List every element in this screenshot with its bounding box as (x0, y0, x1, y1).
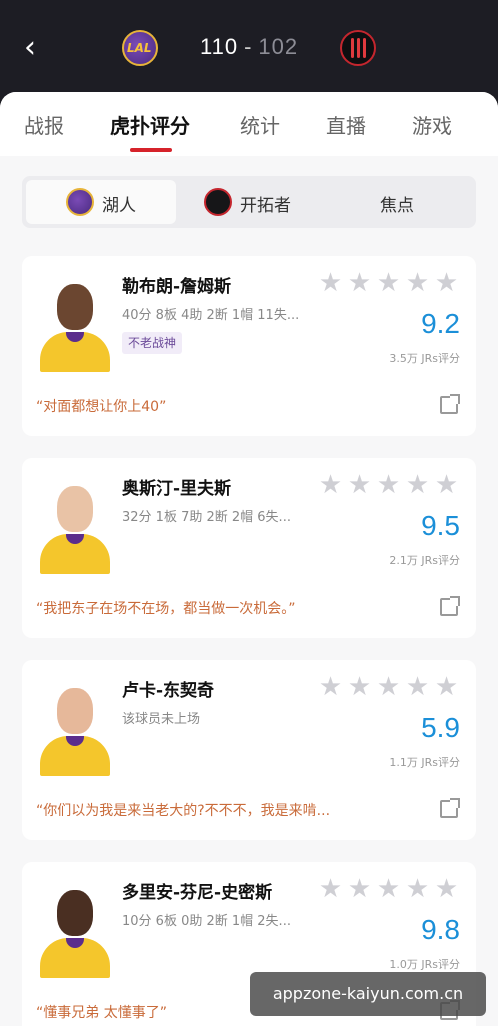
home-score: 110 (200, 34, 239, 59)
subtab-lakers-label: 湖人 (102, 196, 136, 216)
star-icon: ★ (318, 268, 343, 298)
star-icon: ★ (434, 268, 459, 298)
scoreboard-header: ‹ LAL 110-102 (0, 0, 498, 100)
share-icon[interactable] (440, 798, 460, 818)
star-icon: ★ (347, 672, 372, 702)
player-name: 卢卡-东契奇 (122, 681, 215, 701)
player-avatar (38, 682, 112, 776)
tab-report[interactable]: 战报 (24, 110, 64, 139)
player-card[interactable]: 勒布朗-詹姆斯 40分 8板 4助 2断 1帽 11失... 不老战神 ★ ★ ★ ★… (22, 256, 476, 436)
player-stats: 40分 8板 4助 2断 1帽 11失... (122, 308, 300, 323)
lakers-logo-icon: LAL (122, 30, 158, 66)
player-quote: “懂事兄弟 太懂事了” (36, 1005, 167, 1021)
main-panel: 战报 虎扑评分 统计 直播 游戏 湖人 开拓者 焦点 勒布朗-詹姆斯 40分 8… (0, 92, 498, 1026)
away-score: 102 (258, 34, 299, 59)
player-name: 勒布朗-詹姆斯 (122, 277, 232, 297)
share-icon[interactable] (440, 394, 460, 414)
rating-votes: 3.5万 JRs评分 (389, 352, 460, 365)
player-quote: “你们以为我是来当老大的?不不不，我是来啃... (36, 803, 331, 819)
subtab-blazers[interactable]: 开拓者 (180, 180, 326, 224)
star-icon: ★ (376, 470, 401, 500)
star-icon: ★ (434, 874, 459, 904)
player-quote: “对面都想让你上40” (36, 399, 167, 415)
player-stats: 该球员未上场 (122, 712, 201, 727)
score-separator: - (244, 34, 253, 59)
player-tag: 不老战神 (122, 332, 183, 354)
rating-votes: 1.0万 JRs评分 (389, 958, 460, 971)
player-avatar (38, 884, 112, 978)
tab-live[interactable]: 直播 (326, 110, 366, 139)
tab-games[interactable]: 游戏 (412, 110, 452, 139)
star-icon: ★ (434, 672, 459, 702)
player-name: 多里安-芬尼-史密斯 (122, 883, 273, 903)
subtab-blazers-label: 开拓者 (240, 196, 291, 216)
star-icon: ★ (405, 672, 430, 702)
lakers-mini-logo-icon (66, 188, 94, 216)
tab-hupu-rating[interactable]: 虎扑评分 (110, 110, 190, 139)
blazers-mini-logo-icon (204, 188, 232, 216)
player-stats: 10分 6板 0助 2断 1帽 2失... (122, 914, 291, 929)
star-rating-input[interactable]: ★ ★ ★ ★ ★ (316, 470, 462, 500)
active-tab-indicator (130, 148, 172, 152)
game-score: 110-102 (200, 34, 298, 60)
blazers-logo-icon (340, 30, 376, 66)
subtab-lakers[interactable]: 湖人 (26, 180, 176, 224)
back-chevron-icon[interactable]: ‹ (24, 33, 52, 63)
rating-votes: 1.1万 JRs评分 (389, 756, 460, 769)
player-avatar (38, 480, 112, 574)
star-icon: ★ (318, 874, 343, 904)
tab-stats[interactable]: 统计 (240, 110, 280, 139)
star-rating-input[interactable]: ★ ★ ★ ★ ★ (316, 268, 462, 298)
star-icon: ★ (405, 268, 430, 298)
player-rating: 9.5 (421, 510, 460, 541)
star-icon: ★ (405, 874, 430, 904)
share-icon[interactable] (440, 596, 460, 616)
lakers-logo-text: LAL (127, 41, 152, 55)
subtab-focus[interactable]: 焦点 (328, 180, 472, 224)
subtab-focus-label: 焦点 (380, 196, 414, 216)
star-icon: ★ (434, 470, 459, 500)
player-rating: 9.2 (421, 308, 460, 339)
star-rating-input[interactable]: ★ ★ ★ ★ ★ (316, 672, 462, 702)
player-rating: 9.8 (421, 914, 460, 945)
player-quote: “我把东子在场不在场，都当做一次机会。” (36, 601, 296, 617)
player-card[interactable]: 卢卡-东契奇 该球员未上场 ★ ★ ★ ★ ★ 5.9 1.1万 JRs评分 “你们以为… (22, 660, 476, 840)
player-stats: 32分 1板 7助 2断 2帽 6失... (122, 510, 291, 525)
team-subtabs: 湖人 开拓者 焦点 (22, 176, 476, 228)
star-icon: ★ (376, 268, 401, 298)
star-icon: ★ (318, 470, 343, 500)
star-icon: ★ (347, 874, 372, 904)
star-icon: ★ (318, 672, 343, 702)
star-icon: ★ (405, 470, 430, 500)
star-icon: ★ (376, 874, 401, 904)
top-tabs: 战报 虎扑评分 统计 直播 游戏 (0, 92, 498, 156)
rating-votes: 2.1万 JRs评分 (389, 554, 460, 567)
player-card[interactable]: 奥斯汀-里夫斯 32分 1板 7助 2断 2帽 6失... ★ ★ ★ ★ ★ 9.5 … (22, 458, 476, 638)
star-rating-input[interactable]: ★ ★ ★ ★ ★ (316, 874, 462, 904)
player-rating: 5.9 (421, 712, 460, 743)
star-icon: ★ (347, 268, 372, 298)
star-icon: ★ (376, 672, 401, 702)
watermark: appzone-kaiyun.com.cn (250, 972, 486, 1016)
star-icon: ★ (347, 470, 372, 500)
player-name: 奥斯汀-里夫斯 (122, 479, 232, 499)
player-avatar (38, 278, 112, 372)
